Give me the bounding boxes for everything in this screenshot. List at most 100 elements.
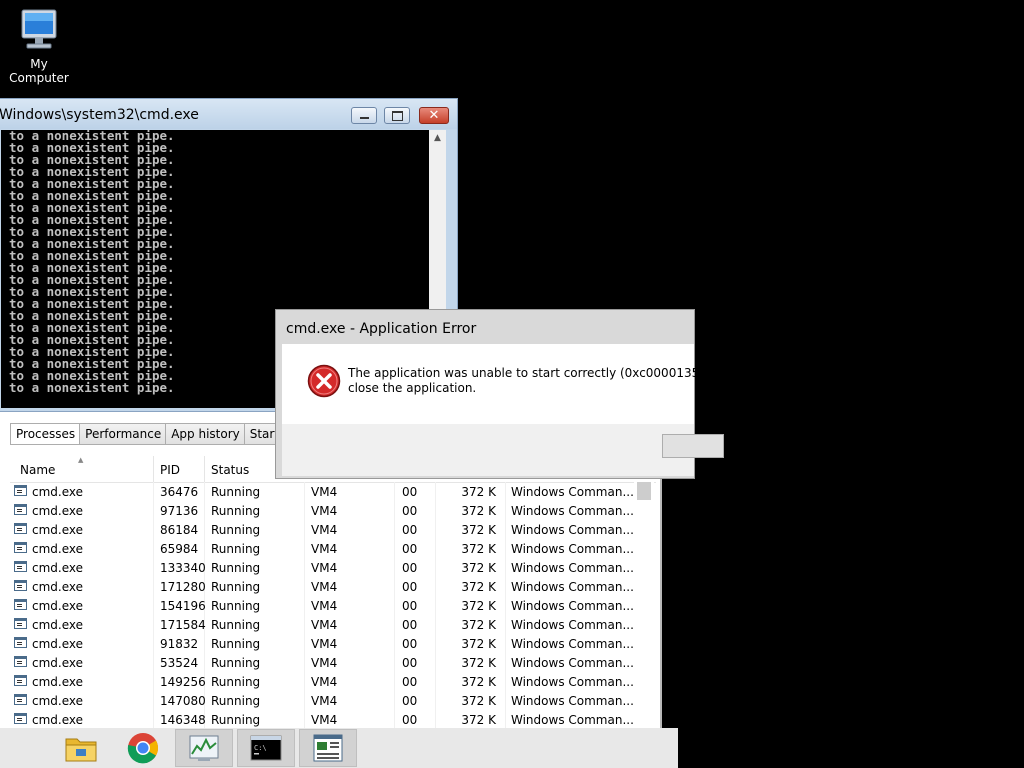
error-message: The application was unable to start corr…: [348, 366, 778, 395]
cell-divider: [394, 653, 395, 672]
process-description: Windows Comman...: [511, 504, 634, 518]
table-row[interactable]: cmd.exe 154196 Running VM4 00 372 K Windows Co…: [10, 596, 634, 615]
maximize-button[interactable]: [384, 107, 410, 124]
process-description: Windows Comman...: [511, 485, 634, 499]
process-user: VM4: [311, 504, 338, 518]
minimize-button[interactable]: [351, 107, 377, 124]
desktop-icon-label: My Computer: [9, 57, 69, 85]
file-explorer-icon: [65, 738, 97, 762]
scroll-up-icon[interactable]: ▲: [429, 130, 446, 147]
process-description: Windows Comman...: [511, 523, 634, 537]
process-name: cmd.exe: [32, 561, 84, 575]
cell-divider: [304, 482, 305, 501]
cell-divider: [505, 520, 506, 539]
process-user: VM4: [311, 618, 338, 632]
cell-divider: [505, 539, 506, 558]
cell-divider: [394, 577, 395, 596]
scrollbar-thumb[interactable]: [637, 482, 651, 500]
cell-divider: [304, 615, 305, 634]
process-user: VM4: [311, 694, 338, 708]
table-row[interactable]: cmd.exe 36476 Running VM4 00 372 K Windows Com…: [10, 482, 634, 501]
cell-divider: [435, 634, 436, 653]
column-header-pid[interactable]: PID: [160, 463, 180, 477]
process-icon: [14, 542, 27, 553]
process-status: Running: [211, 523, 261, 537]
table-row[interactable]: cmd.exe 91832 Running VM4 00 372 K Windows Com…: [10, 634, 634, 653]
table-row[interactable]: cmd.exe 53524 Running VM4 00 372 K Windows Com…: [10, 653, 634, 672]
table-row[interactable]: cmd.exe 65984 Running VM4 00 372 K Windows Com…: [10, 539, 634, 558]
column-header-status[interactable]: Status: [211, 463, 249, 477]
cell-divider: [435, 596, 436, 615]
taskbar-chrome[interactable]: [114, 729, 172, 767]
process-status: Running: [211, 656, 261, 670]
process-list-scrollbar[interactable]: [634, 482, 654, 730]
column-divider[interactable]: [153, 456, 154, 482]
cell-divider: [204, 539, 205, 558]
cmd-titlebar[interactable]: Windows\system32\cmd.exe ✕: [0, 99, 457, 129]
cell-divider: [153, 691, 154, 710]
cell-divider: [304, 558, 305, 577]
desktop-icon-my-computer[interactable]: My Computer: [0, 8, 78, 85]
process-icon: [14, 713, 27, 724]
sort-ascending-icon: ▲: [78, 456, 84, 464]
process-status: Running: [211, 694, 261, 708]
cell-divider: [304, 520, 305, 539]
taskbar-file-explorer[interactable]: [52, 729, 110, 767]
close-button[interactable]: ✕: [419, 107, 449, 124]
tab-performance[interactable]: Performance: [79, 423, 166, 445]
cell-divider: [153, 577, 154, 596]
cell-divider: [435, 482, 436, 501]
table-row[interactable]: cmd.exe 133340 Running VM4 00 372 K Windows Co…: [10, 558, 634, 577]
process-name: cmd.exe: [32, 637, 84, 651]
process-memory: 372 K: [461, 656, 496, 670]
cell-divider: [435, 577, 436, 596]
cell-divider: [153, 596, 154, 615]
process-memory: 372 K: [461, 675, 496, 689]
tab-processes[interactable]: Processes: [10, 423, 80, 445]
cell-divider: [204, 653, 205, 672]
process-memory: 372 K: [461, 523, 496, 537]
process-user: VM4: [311, 580, 338, 594]
process-description: Windows Comman...: [511, 599, 634, 613]
cell-divider: [394, 539, 395, 558]
cell-divider: [204, 634, 205, 653]
cell-divider: [505, 634, 506, 653]
tab-app-history[interactable]: App history: [165, 423, 244, 445]
process-memory: 372 K: [461, 580, 496, 594]
process-cpu: 00: [402, 675, 418, 689]
table-row[interactable]: cmd.exe 86184 Running VM4 00 372 K Windows Com…: [10, 520, 634, 539]
taskbar-command-prompt[interactable]: C:\: [237, 729, 295, 767]
column-header-name[interactable]: Name: [20, 463, 55, 477]
table-row[interactable]: cmd.exe 97136 Running VM4 00 372 K Windows Com…: [10, 501, 634, 520]
table-row[interactable]: cmd.exe 149256 Running VM4 00 372 K Windows Co…: [10, 672, 634, 691]
taskbar-task-manager[interactable]: [175, 729, 233, 767]
process-memory: 372 K: [461, 561, 496, 575]
process-memory: 372 K: [461, 618, 496, 632]
cell-divider: [394, 520, 395, 539]
process-description: Windows Comman...: [511, 713, 634, 727]
process-description: Windows Comman...: [511, 656, 634, 670]
dialog-content: The application was unable to start corr…: [282, 344, 778, 424]
table-row[interactable]: cmd.exe 146348 Running VM4 00 372 K Windows Co…: [10, 710, 634, 729]
ok-button[interactable]: [662, 434, 724, 458]
cell-divider: [505, 577, 506, 596]
cell-divider: [394, 634, 395, 653]
cell-divider: [394, 672, 395, 691]
table-row[interactable]: cmd.exe 171584 Running VM4 00 372 K Windows Co…: [10, 615, 634, 634]
cmd-window-title: Windows\system32\cmd.exe: [0, 107, 199, 123]
process-user: VM4: [311, 542, 338, 556]
cell-divider: [204, 501, 205, 520]
cell-divider: [153, 710, 154, 729]
process-user: VM4: [311, 656, 338, 670]
cell-divider: [153, 615, 154, 634]
column-divider[interactable]: [204, 456, 205, 482]
process-status: Running: [211, 599, 261, 613]
table-row[interactable]: cmd.exe 147080 Running VM4 00 372 K Windows Co…: [10, 691, 634, 710]
taskbar-app-window[interactable]: [299, 729, 357, 767]
process-pid: 97136: [160, 504, 199, 518]
process-memory: 372 K: [461, 599, 496, 613]
cell-divider: [304, 672, 305, 691]
process-name: cmd.exe: [32, 656, 84, 670]
table-row[interactable]: cmd.exe 171280 Running VM4 00 372 K Windows Co…: [10, 577, 634, 596]
computer-icon: [21, 9, 57, 49]
